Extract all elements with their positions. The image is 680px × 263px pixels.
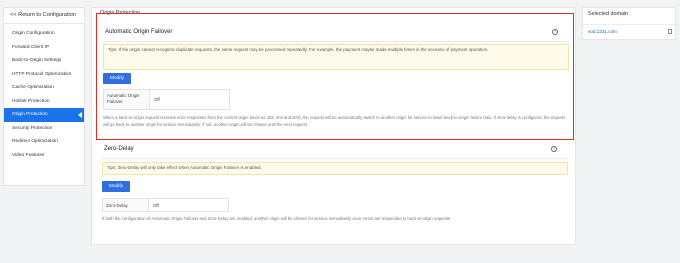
selected-domain-panel: Selected domain vod.1231.com (582, 7, 676, 40)
failover-modify-button[interactable]: Modify (103, 73, 131, 84)
sidebar-item-redirect-optimization[interactable]: Redirect Optimization (4, 135, 84, 149)
sidebar-item-label: Origin Protection (12, 112, 48, 117)
return-to-configuration-button[interactable]: << Return to Configuration (4, 8, 84, 24)
sidebar-item-http-protocol-optimization[interactable]: HTTP Protocol Optimization (4, 68, 84, 82)
failover-setting-value: Off (154, 97, 160, 102)
sidebar-item-origin-configuration[interactable]: Origin Configuration (4, 27, 84, 41)
sidebar-item-forward-client-ip[interactable]: Forward Client IP (4, 41, 84, 55)
zero-delay-tip-box: Tips: Zero-Delay will only take effect w… (102, 162, 568, 175)
failover-setting-table: Automatic Origin Failover Off (103, 89, 230, 110)
sidebar-item-video-features[interactable]: Video Features (4, 149, 84, 163)
failover-description: When a back-to-origin request receives e… (103, 115, 565, 127)
sidebar-item-security-protection[interactable]: Security Protection (4, 122, 84, 136)
sidebar-item-hotlink-protection[interactable]: Hotlink Protection (4, 95, 84, 109)
failover-section-title: Automatic Origin Failover (105, 29, 173, 35)
sidebar-nav: Origin Configuration Forward Client IP B… (4, 24, 84, 162)
zero-delay-setting-key: Zero-Delay (103, 199, 149, 211)
zero-delay-setting-table: Zero-Delay Off (102, 198, 229, 212)
selected-domain-item[interactable]: vod.1231.com (588, 27, 674, 36)
domain-name: vod.1231.com (588, 29, 617, 34)
failover-tip-box: Tips: If the origin cannot recognize dup… (103, 44, 569, 70)
automatic-origin-failover-section: Automatic Origin Failover ? Tips: If the… (96, 13, 574, 140)
delete-icon[interactable] (668, 29, 672, 34)
selected-domain-divider (583, 24, 675, 25)
zero-delay-divider (102, 158, 568, 159)
zero-delay-help-icon[interactable]: ? (551, 146, 557, 152)
zero-delay-description: If both the configuration of Automatic O… (102, 216, 452, 221)
zero-delay-section-title: Zero-Delay (104, 146, 134, 152)
failover-help-icon[interactable]: ? (552, 29, 558, 35)
main-panel: Origin Protection Automatic Origin Failo… (91, 7, 576, 245)
failover-setting-key: Automatic Origin Failover (104, 90, 150, 109)
failover-divider (103, 41, 569, 42)
sidebar-item-back-to-origin-settings[interactable]: Back-to-Origin Settings (4, 54, 84, 68)
sidebar-item-cache-optimization[interactable]: Cache Optimization (4, 81, 84, 95)
selected-domain-title: Selected domain (588, 11, 629, 17)
active-indicator-icon (78, 112, 82, 118)
zero-delay-setting-value: Off (153, 202, 159, 208)
sidebar: << Return to Configuration Origin Config… (3, 7, 85, 186)
zero-delay-modify-button[interactable]: Modify (102, 181, 130, 192)
sidebar-item-origin-protection[interactable]: Origin Protection (4, 108, 84, 122)
